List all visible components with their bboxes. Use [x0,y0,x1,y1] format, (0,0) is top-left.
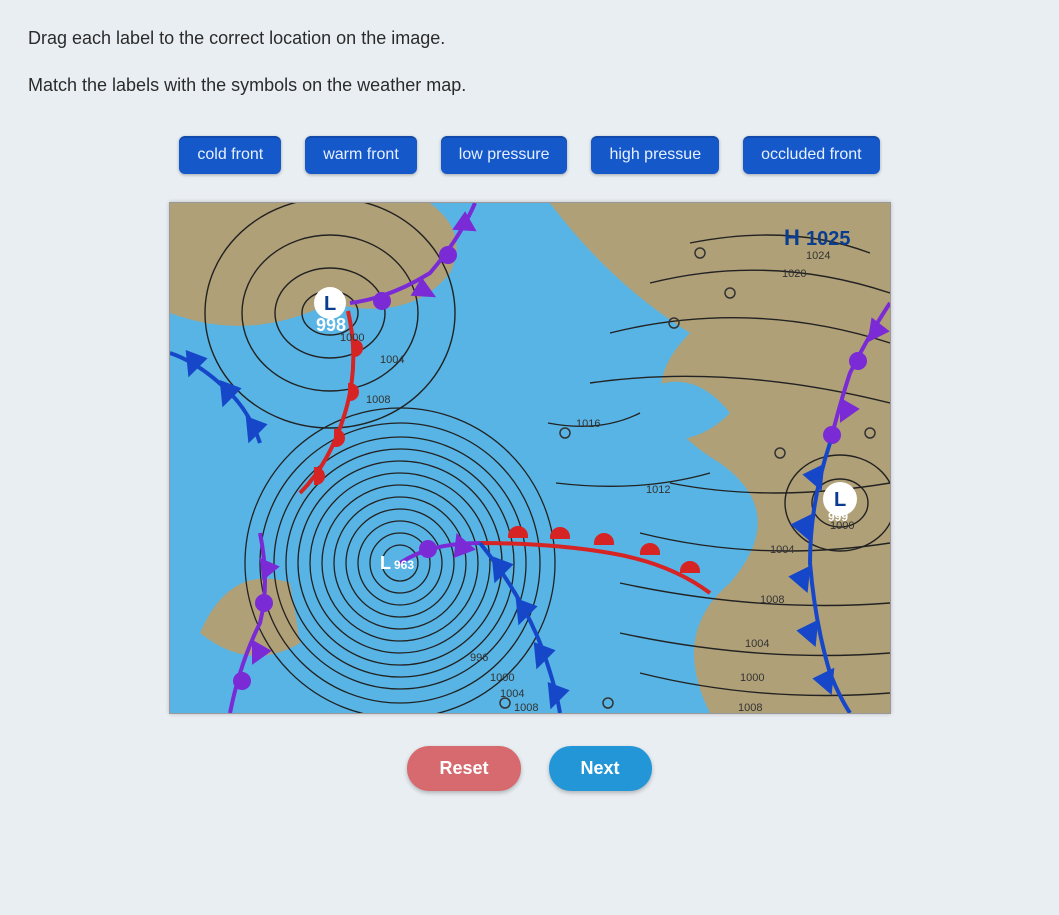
high-marker: H [784,225,800,250]
high-value: 1025 [806,228,851,250]
iso-1024: 1024 [806,250,830,262]
iso-1000e: 1000 [490,672,514,684]
label-warm-front[interactable]: warm front [305,136,417,174]
button-row: Reset Next [24,746,1035,791]
iso-1016: 1016 [576,418,600,430]
label-low-pressure[interactable]: low pressure [441,136,568,174]
label-occluded-front[interactable]: occluded front [743,136,880,174]
weather-map-svg: L 998 L 963 L 999 H 1025 1008 1004 1000 … [170,203,890,713]
iso-1012: 1012 [646,484,670,496]
exercise-page: Drag each label to the correct location … [0,0,1059,915]
iso-1004c: 1004 [745,638,769,650]
iso-1000: 1000 [340,332,364,344]
next-button[interactable]: Next [549,746,652,791]
low-marker-3: L [834,489,846,511]
low-marker-2: L [380,553,391,573]
label-cold-front[interactable]: cold front [179,136,281,174]
iso-1000d: 1000 [830,520,854,532]
iso-1008: 1008 [366,394,390,406]
iso-1008e: 1008 [514,702,538,713]
iso-1000c: 1000 [740,672,764,684]
iso-1020: 1020 [782,268,806,280]
sub-instruction-text: Match the labels with the symbols on the… [28,75,1035,96]
iso-1008b: 1008 [760,594,784,606]
iso-1004b: 1004 [770,544,794,556]
label-high-pressure[interactable]: high pressue [591,136,719,174]
weather-map[interactable]: L 998 L 963 L 999 H 1025 1008 1004 1000 … [169,202,891,714]
iso-996: 996 [470,652,488,664]
draggable-label-row: cold front warm front low pressure high … [24,136,1035,174]
reset-button[interactable]: Reset [407,746,520,791]
iso-1008f: 1008 [738,702,762,713]
low-marker-1: L [324,293,336,315]
instruction-text: Drag each label to the correct location … [28,28,1035,49]
low-value-2: 963 [394,558,414,572]
iso-1004: 1004 [380,354,404,366]
